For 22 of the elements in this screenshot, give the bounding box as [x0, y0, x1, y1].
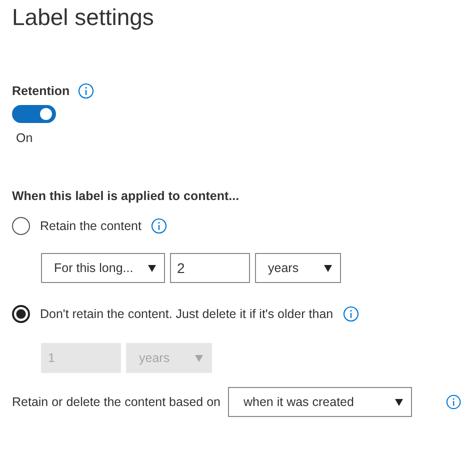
caret-icon: [195, 354, 203, 362]
section-heading: When this label is applied to content...: [12, 189, 240, 203]
dropdown[interactable]: years: [255, 253, 341, 283]
toggle-state: On: [16, 131, 33, 145]
based-on-label: Retain or delete the content based on: [12, 395, 220, 409]
input-field[interactable]: 2: [170, 253, 250, 283]
dropdown[interactable]: For this long...: [41, 253, 165, 283]
dropdown[interactable]: when it was created: [228, 387, 412, 417]
page-title: Label settings: [12, 4, 155, 31]
caret-icon: [148, 264, 156, 272]
caret-icon: [324, 264, 332, 272]
info-icon[interactable]: [78, 83, 94, 99]
radio-button[interactable]: [12, 217, 30, 235]
option-label: Retain the content: [40, 219, 142, 233]
info-icon[interactable]: [151, 218, 168, 234]
retention-label: Retention: [12, 84, 70, 98]
info-icon[interactable]: [343, 306, 360, 322]
info-icon[interactable]: [446, 394, 461, 410]
caret-icon: [394, 398, 403, 406]
radio-button[interactable]: [12, 305, 30, 323]
toggle-switch[interactable]: [12, 105, 56, 123]
option-label: Don't retain the content. Just delete it if it's older than: [40, 307, 334, 321]
